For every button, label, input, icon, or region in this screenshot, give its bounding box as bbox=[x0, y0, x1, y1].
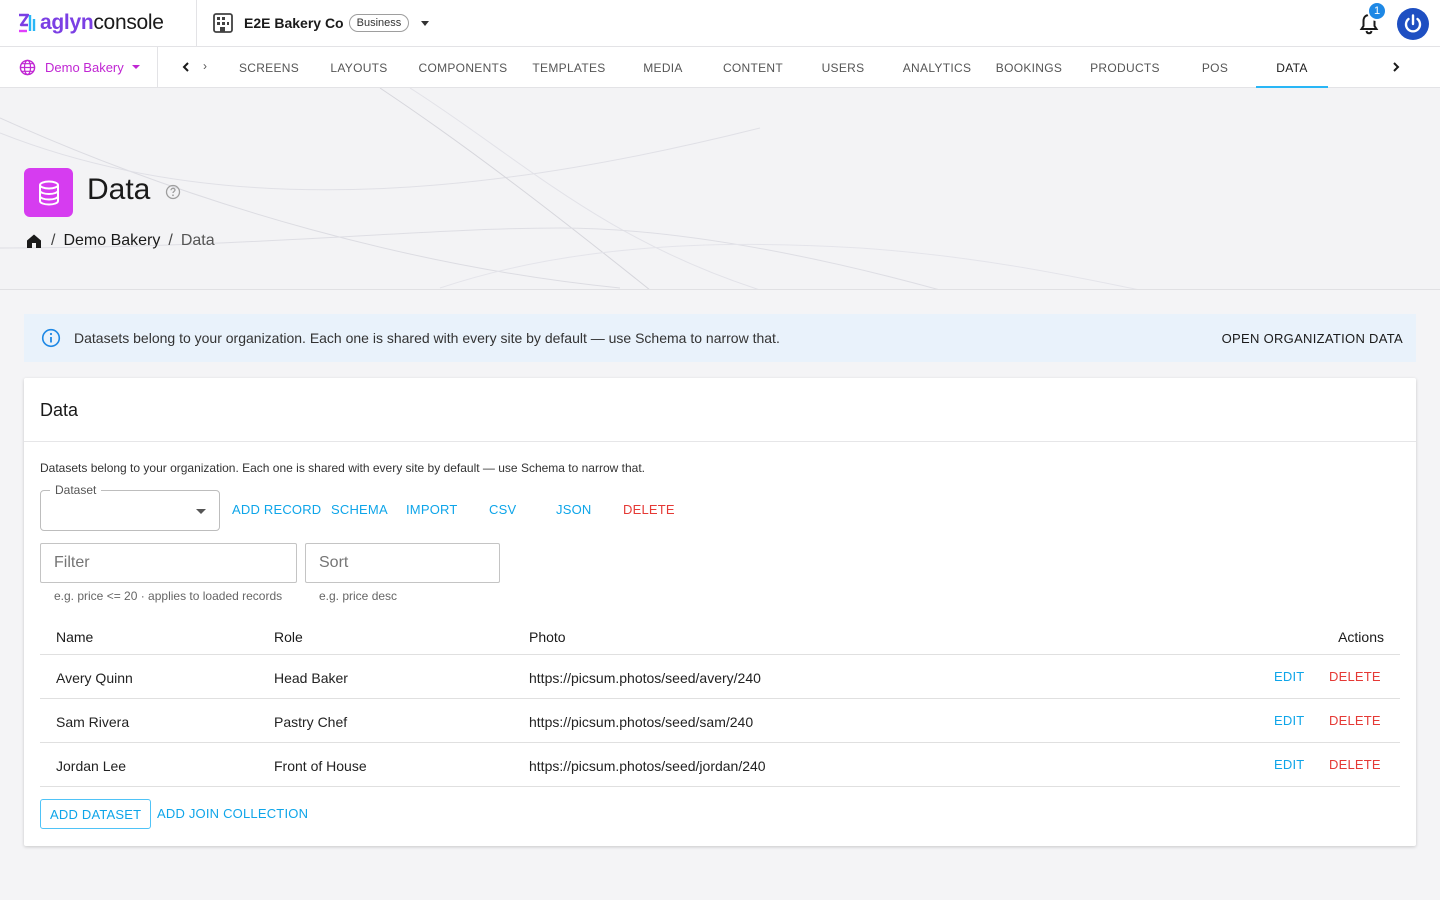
import-button[interactable]: IMPORT bbox=[406, 502, 458, 517]
breadcrumb-site[interactable]: Demo Bakery bbox=[63, 232, 160, 250]
table-row: Jordan Lee Front of House https://picsum… bbox=[40, 743, 1400, 787]
building-icon bbox=[213, 13, 233, 33]
notifications-button[interactable]: 1 bbox=[1357, 0, 1387, 36]
export-json-button[interactable]: JSON bbox=[556, 502, 591, 517]
add-join-collection-button[interactable]: ADD JOIN COLLECTION bbox=[157, 806, 308, 821]
account-button[interactable] bbox=[1397, 7, 1429, 40]
aglyn-logo-icon bbox=[19, 13, 36, 33]
schema-button[interactable]: SCHEMA bbox=[331, 502, 388, 517]
site-switcher[interactable]: Demo Bakery bbox=[0, 46, 158, 88]
tab-media[interactable]: MEDIA bbox=[622, 47, 704, 88]
tab-products[interactable]: PRODUCTS bbox=[1074, 47, 1176, 88]
cell-role: Front of House bbox=[274, 758, 367, 774]
cell-name: Jordan Lee bbox=[56, 758, 127, 774]
decorative-background bbox=[0, 88, 1138, 289]
export-csv-button[interactable]: CSV bbox=[489, 502, 516, 517]
nav-tab-overflow[interactable]: › bbox=[203, 59, 207, 73]
tab-components[interactable]: COMPONENTS bbox=[408, 47, 518, 88]
delete-row-button[interactable]: DELETE bbox=[1329, 713, 1381, 728]
scroll-tabs-left-button[interactable] bbox=[173, 47, 199, 88]
chevron-down-icon bbox=[421, 20, 430, 26]
tab-content[interactable]: CONTENT bbox=[704, 47, 802, 88]
cell-photo: https://picsum.photos/seed/sam/240 bbox=[529, 714, 754, 730]
page-title: Data bbox=[87, 173, 151, 206]
help-circle-icon[interactable] bbox=[165, 184, 181, 200]
column-header-role: Role bbox=[274, 629, 303, 645]
chevron-left-icon bbox=[182, 62, 189, 72]
page-icon bbox=[24, 168, 73, 217]
data-card: Data Datasets belong to your organizatio… bbox=[24, 378, 1416, 846]
org-name: E2E Bakery Co bbox=[244, 15, 344, 31]
alert-message: Datasets belong to your organization. Ea… bbox=[74, 330, 780, 346]
cell-name: Sam Rivera bbox=[56, 714, 130, 730]
add-dataset-button[interactable]: ADD DATASET bbox=[40, 799, 152, 829]
delete-row-button[interactable]: DELETE bbox=[1329, 757, 1381, 772]
tab-users[interactable]: USERS bbox=[802, 47, 884, 88]
chevron-down-icon bbox=[131, 65, 140, 69]
card-title: Data bbox=[40, 400, 79, 420]
breadcrumb-current: Data bbox=[180, 232, 215, 249]
filter-hint: e.g. price <= 20 · applies to loaded rec… bbox=[54, 589, 283, 603]
tab-layouts[interactable]: LAYOUTS bbox=[312, 47, 406, 88]
site-name: Demo Bakery bbox=[45, 59, 124, 75]
breadcrumb-separator: / bbox=[168, 232, 173, 249]
filter-input[interactable] bbox=[40, 543, 297, 583]
cell-photo: https://picsum.photos/seed/avery/240 bbox=[529, 670, 761, 686]
app-bar-actions: 1 bbox=[1357, 0, 1429, 47]
sort-input[interactable] bbox=[305, 543, 500, 583]
nav-tabs: SCREENS LAYOUTS COMPONENTS TEMPLATES MEDIA CO… bbox=[224, 47, 1374, 88]
app-bar: aglynconsole E2E Bakery Co Business 1 bbox=[0, 0, 1440, 47]
column-header-name: Name bbox=[56, 629, 94, 645]
site-nav: Demo Bakery › SCREENS LAYOUTS COMPONENTS TE… bbox=[0, 46, 1440, 88]
tab-templates[interactable]: TEMPLATES bbox=[522, 47, 616, 88]
divider bbox=[24, 441, 1416, 442]
column-header-actions: Actions bbox=[1338, 629, 1384, 645]
plan-badge: Business bbox=[348, 14, 410, 32]
sort-hint: e.g. price desc bbox=[319, 589, 398, 603]
add-record-button[interactable]: ADD RECORD bbox=[232, 502, 321, 517]
chevron-down-icon bbox=[196, 509, 206, 514]
cell-photo: https://picsum.photos/seed/jordan/240 bbox=[529, 758, 766, 774]
edit-row-button[interactable]: EDIT bbox=[1274, 713, 1304, 728]
tab-analytics[interactable]: ANALYTICS bbox=[884, 47, 990, 88]
card-description: Datasets belong to your organization. Ea… bbox=[40, 461, 645, 475]
power-icon bbox=[1404, 13, 1422, 33]
dataset-select-label: Dataset bbox=[50, 483, 102, 497]
tab-data[interactable]: DATA bbox=[1256, 47, 1328, 88]
edit-row-button[interactable]: EDIT bbox=[1274, 757, 1304, 772]
table-header: Name Role Photo Actions bbox=[40, 625, 1400, 655]
tab-screens[interactable]: SCREENS bbox=[224, 47, 314, 88]
open-organization-data-button[interactable]: OPEN ORGANIZATION DATA bbox=[1222, 331, 1403, 346]
brand[interactable]: aglynconsole bbox=[0, 0, 197, 47]
edit-row-button[interactable]: EDIT bbox=[1274, 669, 1304, 684]
page-header: Data / Demo Bakery / Data bbox=[0, 88, 1440, 290]
scroll-tabs-right-button[interactable] bbox=[1383, 47, 1409, 88]
breadcrumb: / Demo Bakery / Data bbox=[25, 232, 215, 250]
home-icon[interactable] bbox=[25, 232, 43, 250]
info-alert: Datasets belong to your organization. Ea… bbox=[24, 314, 1416, 362]
table-row: Sam Rivera Pastry Chef https://picsum.ph… bbox=[40, 699, 1400, 743]
breadcrumb-separator: / bbox=[51, 232, 56, 249]
brand-name: aglynconsole bbox=[40, 11, 164, 34]
table-row: Avery Quinn Head Baker https://picsum.ph… bbox=[40, 655, 1400, 699]
info-icon bbox=[41, 328, 61, 348]
notification-count-badge: 1 bbox=[1367, 0, 1387, 21]
org-switcher[interactable]: E2E Bakery Co Business bbox=[197, 0, 430, 47]
globe-icon bbox=[19, 59, 36, 75]
tab-pos[interactable]: POS bbox=[1174, 47, 1256, 88]
column-header-photo: Photo bbox=[529, 629, 566, 645]
cell-name: Avery Quinn bbox=[56, 670, 133, 686]
cell-role: Pastry Chef bbox=[274, 714, 348, 730]
cell-role: Head Baker bbox=[274, 670, 348, 686]
database-icon bbox=[38, 180, 59, 206]
chevron-right-icon bbox=[1393, 62, 1400, 72]
dataset-select[interactable]: Dataset bbox=[40, 483, 220, 531]
delete-dataset-button[interactable]: DELETE bbox=[623, 502, 675, 517]
delete-row-button[interactable]: DELETE bbox=[1329, 669, 1381, 684]
tab-bookings[interactable]: BOOKINGS bbox=[984, 47, 1074, 88]
